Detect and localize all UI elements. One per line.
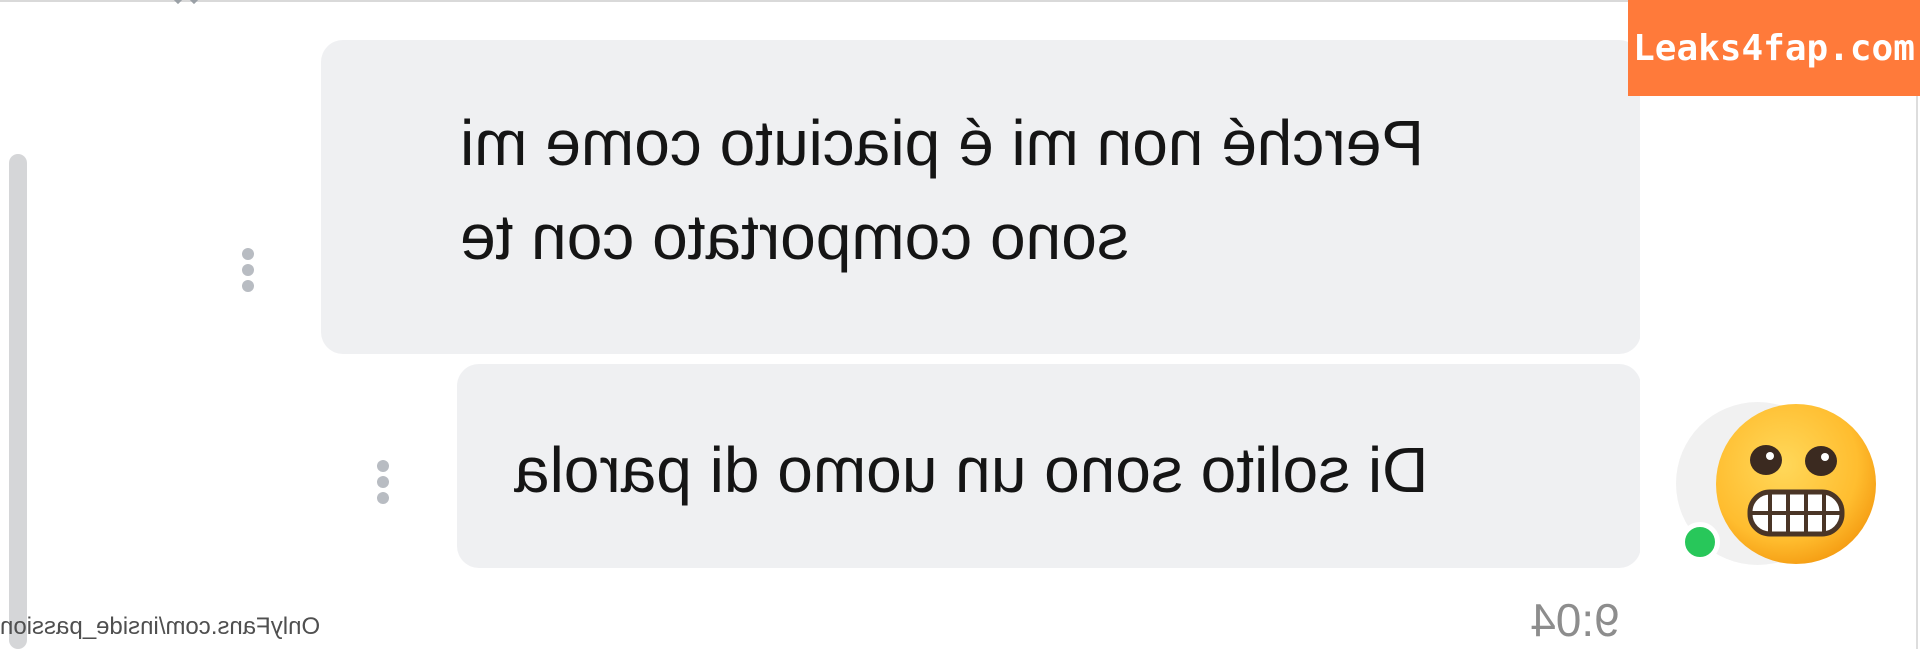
scrollbar[interactable]: [9, 154, 27, 649]
avatar[interactable]: [1676, 402, 1881, 565]
bubble-edge: [1640, 40, 1648, 568]
message-more-icon[interactable]: [242, 248, 254, 292]
source-watermark: OnlyFans.com/inside_passion: [0, 613, 321, 640]
online-status-dot: [1680, 522, 1720, 562]
message-more-icon[interactable]: [377, 460, 389, 504]
message-text: Di solito sono un uomo di parola: [514, 434, 1429, 506]
top-arrow-fragment-icon: [173, 0, 199, 5]
message-timestamp: 9:04: [1530, 594, 1620, 646]
grimacing-face-icon: [1716, 404, 1876, 564]
right-border: [1916, 96, 1918, 649]
brand-watermark: Leaks4fap.com: [1628, 0, 1920, 96]
message-text: Perché non mi é piaciuto come mi sono co…: [460, 107, 1424, 273]
